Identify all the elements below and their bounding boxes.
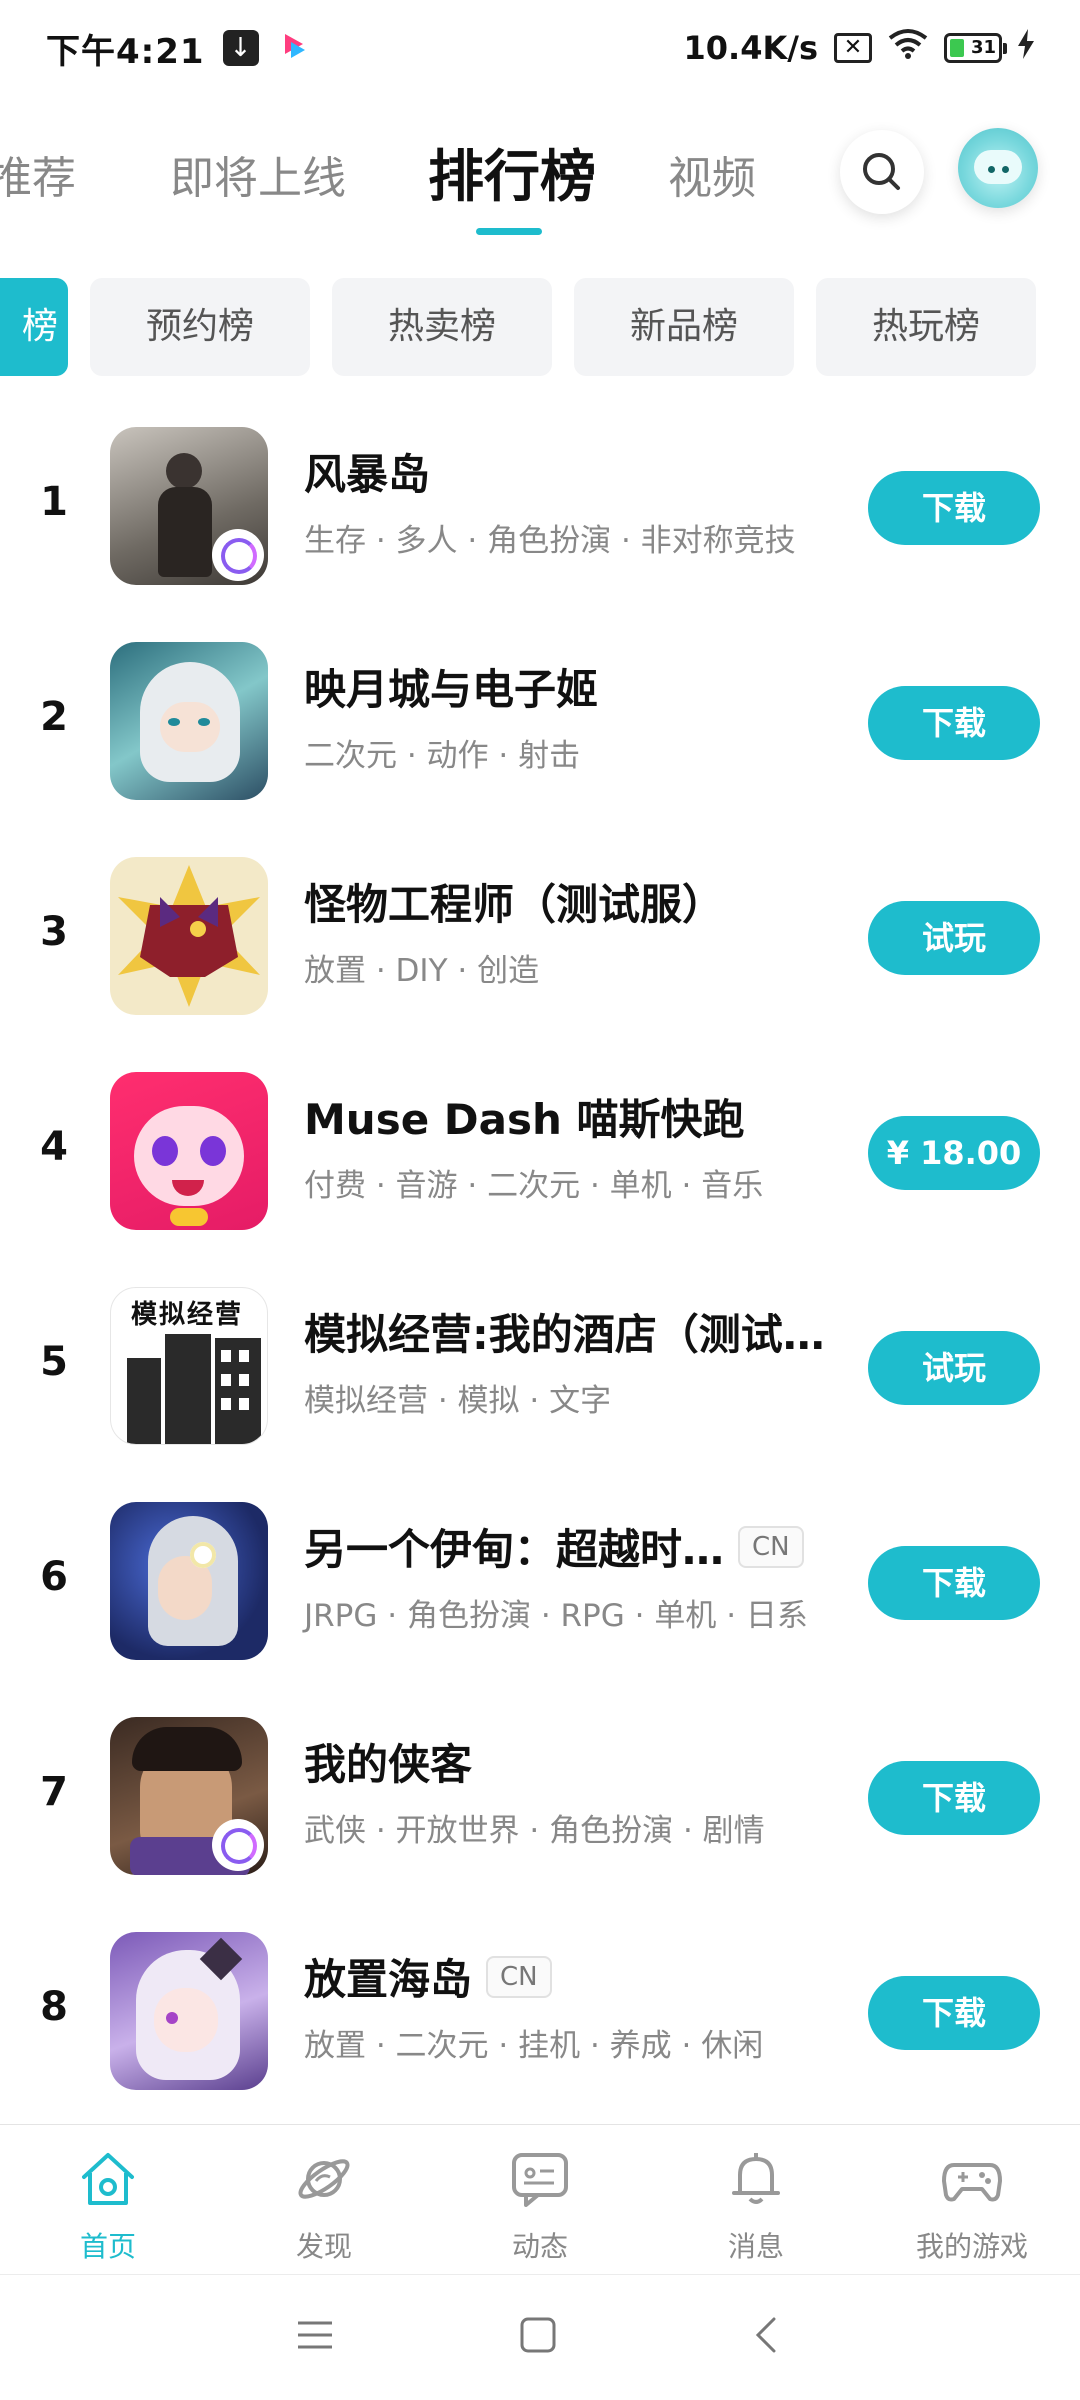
rank-number: 3 [40, 909, 68, 955]
game-icon [110, 1072, 268, 1230]
game-tags: JRPG · 角色扮演 · RPG · 单机 · 日系 [304, 1598, 808, 1634]
menu-icon[interactable] [296, 2315, 334, 2355]
game-tags: 模拟经营 · 模拟 · 文字 [304, 1383, 612, 1419]
game-title: 另一个伊甸：超越时… [304, 1525, 725, 1574]
game-title: 风暴岛 [304, 450, 431, 499]
try-button[interactable]: 试玩 [868, 1331, 1040, 1405]
youku-notification-icon [277, 28, 313, 68]
nav-feed[interactable]: 动态 [450, 2147, 630, 2265]
game-tags: 放置 · 二次元 · 挂机 · 养成 · 休闲 [304, 2028, 764, 2064]
download-button[interactable]: 下载 [868, 686, 1040, 760]
nav-home[interactable]: 首页 [18, 2147, 198, 2265]
subtab-reserve[interactable]: 预约榜 [90, 278, 310, 376]
no-sim-icon: ✕ [834, 33, 872, 63]
try-button[interactable]: 试玩 [868, 901, 1040, 975]
list-item[interactable]: 3 怪物工程师（测试服） 放置 · DIY · 创造 试玩 [0, 845, 1080, 1045]
list-item[interactable]: 7 我的侠客 武侠 · 开放世界 · 角色扮演 · 剧情 下载 [0, 1705, 1080, 1905]
download-button[interactable]: 下载 [868, 1761, 1040, 1835]
home-icon [82, 2153, 134, 2205]
download-button[interactable]: 下载 [868, 1976, 1040, 2050]
game-tags: 武侠 · 开放世界 · 角色扮演 · 剧情 [304, 1813, 765, 1849]
user-avatar[interactable] [958, 128, 1038, 208]
active-tab-indicator [476, 228, 542, 235]
platform-badge-icon [212, 1819, 264, 1871]
ranking-sub-tabs: 榜 预约榜 热卖榜 新品榜 热玩榜 [0, 278, 1080, 376]
game-title: 我的侠客 [304, 1740, 473, 1789]
game-icon [110, 1717, 268, 1875]
wifi-icon [888, 28, 928, 68]
search-icon [863, 153, 900, 190]
region-badge: CN [738, 1525, 804, 1568]
game-title: 映月城与电子姬 [304, 665, 599, 714]
rank-number: 5 [40, 1339, 68, 1385]
rank-number: 6 [40, 1554, 68, 1600]
subtab-current[interactable]: 榜 [0, 278, 68, 376]
game-icon: 模拟经营 [110, 1287, 268, 1445]
list-item[interactable]: 2 映月城与电子姬 二次元 · 动作 · 射击 下载 [0, 630, 1080, 830]
back-icon[interactable] [750, 2315, 780, 2355]
game-title: Muse Dash 喵斯快跑 [304, 1095, 745, 1144]
network-speed: 10.4K/s [683, 29, 818, 67]
nav-discover[interactable]: 发现 [234, 2147, 414, 2265]
game-tags: 二次元 · 动作 · 射击 [304, 738, 581, 774]
search-button[interactable] [840, 130, 924, 214]
game-tags: 生存 · 多人 · 角色扮演 · 非对称竞技 [304, 523, 796, 559]
nav-my-games-label: 我的游戏 [915, 2230, 1028, 2263]
game-icon [110, 642, 268, 800]
game-icon [110, 857, 268, 1015]
battery-icon: 31 [944, 33, 1007, 63]
game-title: 模拟经营:我的酒店（测试… [304, 1310, 825, 1359]
game-icon [110, 1502, 268, 1660]
bell-icon [732, 2153, 780, 2204]
list-item[interactable]: 5 模拟经营 模拟经营:我的酒店（测试… 模拟经营 · 模拟 · 文字 试玩 [0, 1275, 1080, 1475]
region-badge: CN [486, 1955, 552, 1998]
game-icon [110, 427, 268, 585]
nav-my-games[interactable]: 我的游戏 [882, 2147, 1062, 2265]
list-item[interactable]: 8 放置海岛 CN 放置 · 二次元 · 挂机 · 养成 · 休闲 下载 [0, 1920, 1080, 2120]
tab-video[interactable]: 视频 [668, 142, 756, 206]
status-bar: 下午4:21 ↓ 10.4K/s ✕ 31 [0, 0, 1080, 96]
subtab-new[interactable]: 新品榜 [574, 278, 794, 376]
rank-number: 4 [40, 1124, 68, 1170]
chat-icon [512, 2153, 568, 2207]
game-tags: 付费 · 音游 · 二次元 · 单机 · 音乐 [304, 1168, 764, 1204]
download-button[interactable]: 下载 [868, 1546, 1040, 1620]
tab-upcoming[interactable]: 即将上线 [170, 142, 346, 206]
rank-number: 8 [40, 1984, 68, 2030]
download-notification-icon: ↓ [222, 30, 259, 66]
game-tags: 放置 · DIY · 创造 [304, 953, 540, 989]
list-item[interactable]: 4 Muse Dash 喵斯快跑 付费 · 音游 · 二次元 · 单机 · 音乐… [0, 1060, 1080, 1260]
icon-caption: 模拟经营 [131, 1300, 244, 1330]
rank-number: 7 [40, 1769, 68, 1815]
bottom-navigation: 首页 发现 动态 消息 我的游戏 [0, 2124, 1080, 2274]
game-title: 放置海岛 [304, 1955, 473, 2004]
planet-icon [298, 2159, 350, 2199]
charging-icon [1018, 29, 1034, 67]
subtab-hot-sale[interactable]: 热卖榜 [332, 278, 552, 376]
subtab-hot-play[interactable]: 热玩榜 [816, 278, 1036, 376]
list-item[interactable]: 6 另一个伊甸：超越时… CN JRPG · 角色扮演 · RPG · 单机 ·… [0, 1490, 1080, 1690]
platform-badge-icon [212, 529, 264, 581]
rank-number: 1 [40, 479, 68, 525]
buy-button[interactable]: ¥ 18.00 [868, 1116, 1040, 1190]
list-item[interactable]: 1 风暴岛 生存 · 多人 · 角色扮演 · 非对称竞技 下载 [0, 415, 1080, 615]
nav-feed-label: 动态 [511, 2230, 568, 2263]
nav-discover-label: 发现 [295, 2230, 352, 2263]
nav-home-label: 首页 [79, 2230, 136, 2263]
system-navigation-bar [0, 2274, 1080, 2400]
download-button[interactable]: 下载 [868, 471, 1040, 545]
tab-recommend[interactable]: 推荐 [0, 142, 76, 206]
tab-ranking[interactable]: 排行榜 [428, 132, 596, 213]
home-square-icon[interactable] [518, 2315, 558, 2355]
game-title: 怪物工程师（测试服） [304, 880, 725, 929]
game-icon [110, 1932, 268, 2090]
rank-number: 2 [40, 694, 68, 740]
status-time: 下午4:21 [46, 31, 205, 72]
gamepad-icon [942, 2163, 1002, 2202]
nav-messages[interactable]: 消息 [666, 2147, 846, 2265]
battery-level: 31 [970, 37, 996, 58]
nav-messages-label: 消息 [727, 2230, 784, 2263]
